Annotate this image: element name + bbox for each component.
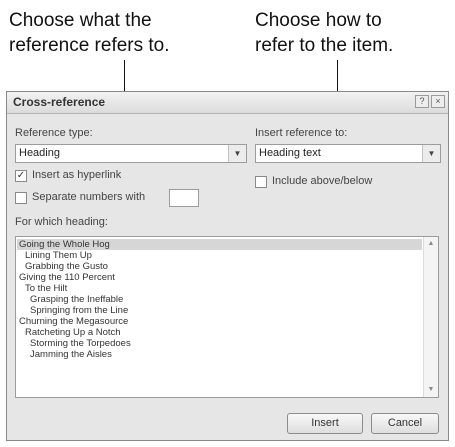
heading-list[interactable]: ▲ ▼ Going the Whole Hog Lining Them Up Gra… [15,236,439,398]
scroll-up-icon[interactable]: ▲ [424,238,438,250]
dialog-title: Cross-reference [13,95,106,109]
list-item[interactable]: Storming the Torpedoes [17,338,422,349]
reference-type-label: Reference type: [15,127,93,139]
list-item[interactable]: Lining Them Up [17,250,422,261]
include-above-below-label[interactable]: Include above/below [272,175,372,187]
separate-numbers-checkbox[interactable] [15,192,27,204]
list-item[interactable]: To the Hilt [17,283,422,294]
title-bar: Cross-reference ? × [7,92,448,114]
insert-button[interactable]: Insert [287,413,363,434]
callout-line: Choose how to [255,10,382,31]
scrollbar[interactable]: ▲ ▼ [423,237,438,397]
scroll-down-icon[interactable]: ▼ [424,384,438,396]
list-item[interactable]: Churning the Megasource [17,316,422,327]
list-item[interactable]: Jamming the Aisles [17,349,422,360]
separate-numbers-label[interactable]: Separate numbers with [32,191,145,203]
chevron-down-icon[interactable]: ▼ [422,145,440,162]
chevron-down-icon[interactable]: ▼ [228,145,246,162]
insert-as-hyperlink-label[interactable]: Insert as hyperlink [32,169,121,181]
reference-type-select[interactable]: Heading ▼ [15,144,247,163]
cross-reference-dialog: Cross-reference ? × Reference type: Head… [6,91,449,441]
callout-insert-reference: Choose how to refer to the item. [255,8,393,58]
insert-reference-to-value: Heading text [259,147,321,159]
callout-line: reference refers to. [9,35,170,56]
callout-reference-type: Choose what the reference refers to. [9,8,170,58]
close-icon[interactable]: × [431,95,445,108]
cancel-button[interactable]: Cancel [371,413,439,434]
callout-line: Choose what the [9,10,152,31]
callout-line: refer to the item. [255,35,394,56]
reference-type-value: Heading [19,147,60,159]
help-icon[interactable]: ? [415,95,429,108]
list-item[interactable]: Grasping the Ineffable [17,294,422,305]
list-item[interactable]: Going the Whole Hog [17,239,422,250]
insert-as-hyperlink-checkbox[interactable]: ✓ [15,170,27,182]
list-item[interactable]: Giving the 110 Percent [17,272,422,283]
insert-reference-to-select[interactable]: Heading text ▼ [255,144,441,163]
for-which-heading-label: For which heading: [15,216,108,228]
insert-reference-to-label: Insert reference to: [255,127,348,139]
separator-input[interactable] [169,189,199,207]
list-item[interactable]: Grabbing the Gusto [17,261,422,272]
include-above-below-checkbox[interactable] [255,176,267,188]
list-item[interactable]: Ratcheting Up a Notch [17,327,422,338]
list-item[interactable]: Springing from the Line [17,305,422,316]
